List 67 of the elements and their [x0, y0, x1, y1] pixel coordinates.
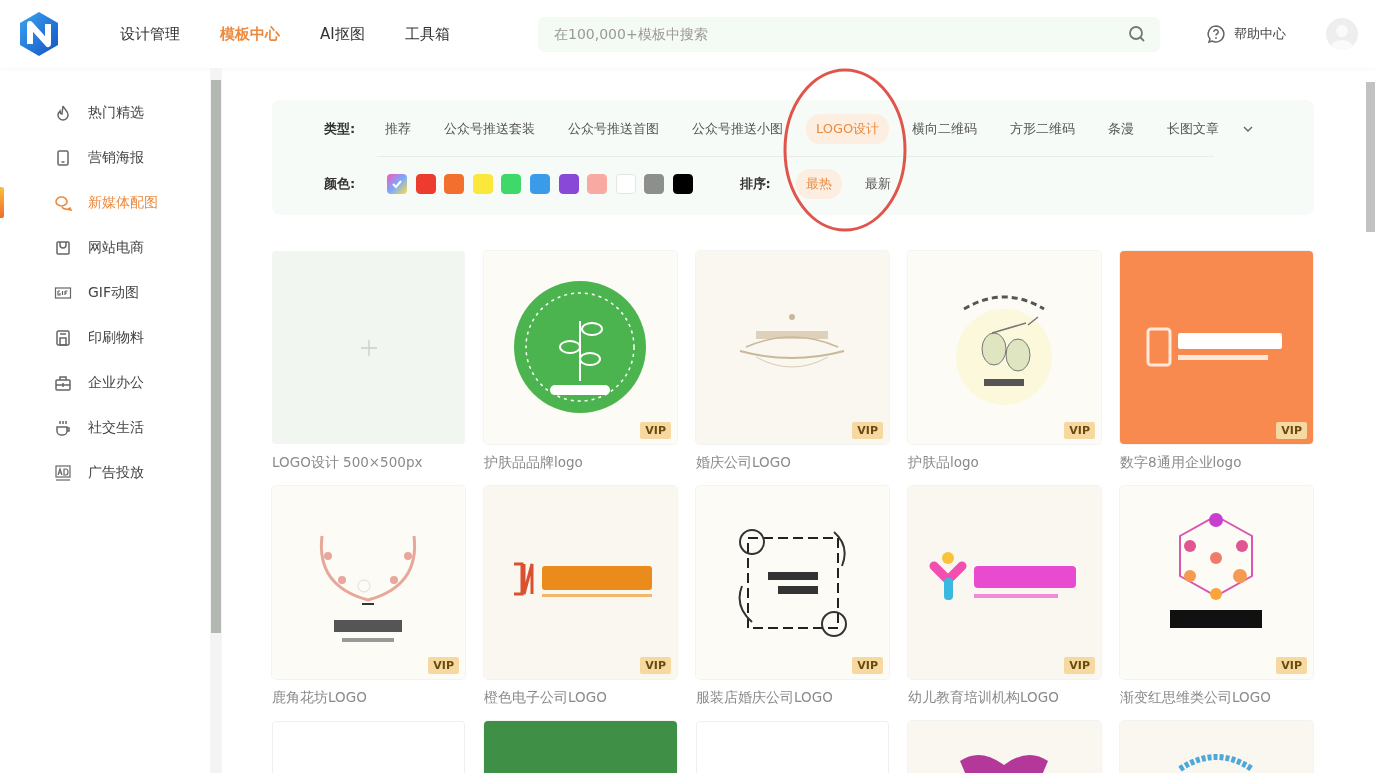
bag-icon [54, 238, 72, 257]
type-tab[interactable]: 公众号推送首图 [558, 114, 669, 144]
nav-link[interactable]: 设计管理 [120, 24, 180, 44]
vip-badge: VIP [640, 657, 671, 674]
color-swatch[interactable] [415, 174, 436, 194]
template-title[interactable]: 数字8通用企业logo [1120, 454, 1313, 474]
case-icon [54, 373, 72, 392]
vip-badge: VIP [852, 657, 883, 674]
print-icon [54, 328, 72, 347]
template-title[interactable]: 护肤品logo [908, 454, 1101, 474]
color-swatch[interactable] [644, 174, 665, 194]
sort-tab[interactable]: 最新 [854, 169, 901, 199]
type-tab[interactable]: 横向二维码 [902, 114, 988, 144]
logo-icon[interactable] [18, 11, 60, 57]
color-swatch[interactable] [672, 174, 693, 194]
vip-badge: VIP [1064, 657, 1095, 674]
sidebar-item[interactable]: 网站电商 [0, 225, 210, 270]
color-swatch[interactable] [501, 174, 522, 194]
template-title[interactable]: 服装店婚庆公司LOGO [696, 689, 889, 709]
template-title[interactable]: 鹿角花坊LOGO [272, 689, 465, 709]
vip-badge: VIP [852, 422, 883, 439]
type-tab[interactable]: 推荐 [375, 114, 421, 144]
type-tab[interactable]: 条漫 [1098, 114, 1145, 144]
help-icon [1206, 24, 1226, 44]
nav-link[interactable]: 工具箱 [404, 24, 450, 44]
color-swatch[interactable] [444, 174, 465, 194]
ad-icon [54, 463, 72, 482]
search-icon[interactable] [1128, 24, 1146, 43]
nav-link[interactable]: AI抠图 [320, 24, 365, 44]
sidebar-item[interactable]: 热门精选 [0, 90, 210, 135]
vip-badge: VIP [1276, 422, 1307, 439]
sidebar-item[interactable]: GIF动图 [0, 270, 210, 315]
all-colors-swatch[interactable] [387, 174, 407, 194]
chat-icon [54, 193, 72, 212]
cup-icon [54, 418, 72, 437]
sidebar-item[interactable]: 印刷物料 [0, 315, 210, 360]
sidebar-item[interactable]: 企业办公 [0, 360, 210, 405]
vip-badge: VIP [640, 422, 671, 439]
active-indicator [0, 187, 4, 218]
flame-icon [54, 103, 72, 122]
sidebar-item[interactable]: 广告投放 [0, 450, 210, 495]
type-tab[interactable]: 公众号推送小图 [682, 114, 793, 144]
template-title[interactable]: 橙色电子公司LOGO [484, 689, 677, 709]
sidebar-item[interactable]: 营销海报 [0, 135, 210, 180]
phone-icon [54, 148, 72, 167]
color-swatch[interactable] [558, 174, 579, 194]
template-title[interactable]: 婚庆公司LOGO [696, 454, 889, 474]
scrollbar[interactable] [210, 68, 222, 773]
plus-icon [359, 338, 378, 357]
vip-badge: VIP [1276, 657, 1307, 674]
search-field[interactable]: 在100,000+模板中搜索 [538, 16, 1160, 52]
filter-label: 排序: [739, 175, 772, 193]
template-title[interactable]: 幼儿教育培训机构LOGO [908, 689, 1101, 709]
filter-label: 颜色: [324, 175, 357, 193]
color-swatch[interactable] [587, 174, 608, 194]
type-tab[interactable]: 方形二维码 [1000, 114, 1086, 144]
sidebar-item[interactable]: 社交生活 [0, 405, 210, 450]
type-tab[interactable]: 公众号推送套装 [434, 114, 545, 144]
color-swatch[interactable] [529, 174, 550, 194]
filter-label: 类型: [324, 120, 357, 138]
type-tab[interactable]: 长图文章 [1157, 114, 1230, 144]
template-title[interactable]: LOGO设计 500×500px [272, 454, 465, 474]
template-title[interactable]: 护肤品品牌logo [484, 454, 677, 474]
template-title[interactable]: 渐变红思维类公司LOGO [1120, 689, 1313, 709]
help-link[interactable]: 帮助中心 [1206, 24, 1286, 44]
vip-badge: VIP [428, 657, 459, 674]
vip-badge: VIP [1064, 422, 1095, 439]
